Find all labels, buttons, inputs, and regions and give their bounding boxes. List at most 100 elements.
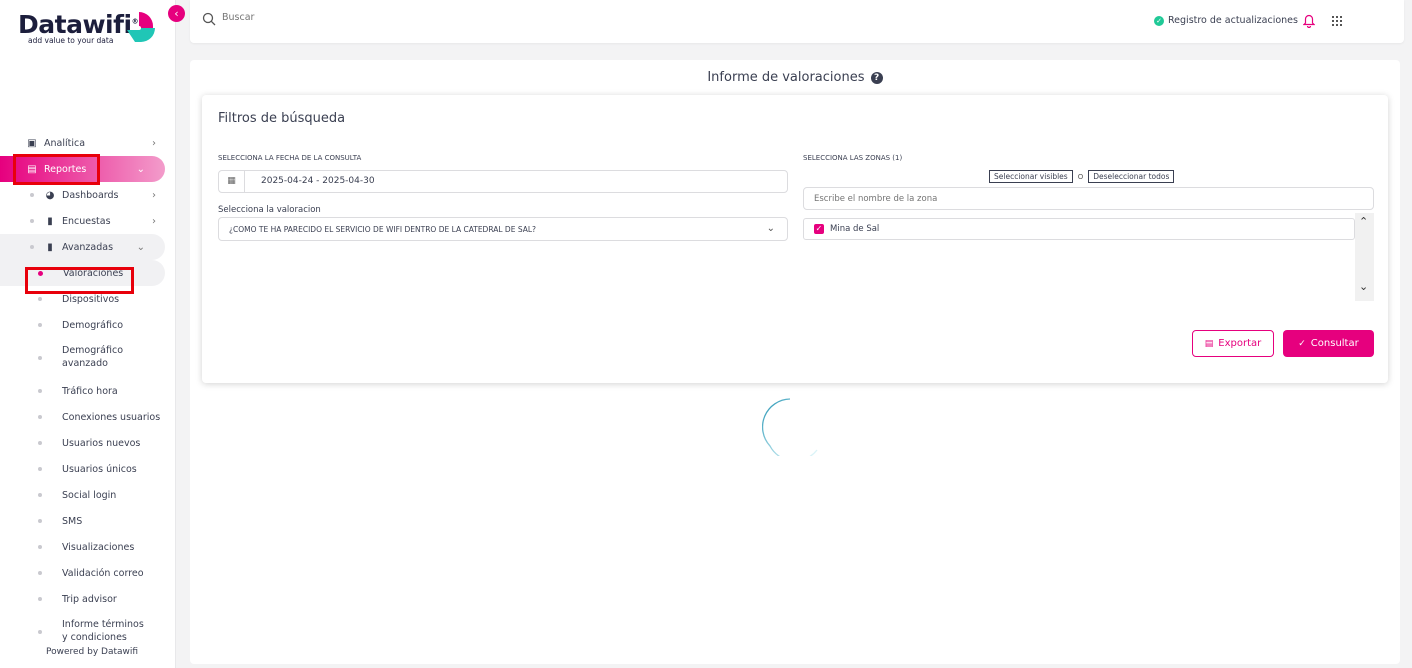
main-panel: Informe de valoraciones ? Filtros de bús… xyxy=(190,60,1400,664)
rating-select-value: ¿COMO TE HA PARECIDO EL SERVICIO DE WIFI… xyxy=(229,225,537,234)
chevron-right-icon: › xyxy=(152,215,156,227)
check-icon: ✓ xyxy=(1298,338,1306,349)
zones-label: SELECCIONA LAS ZONAS (1) xyxy=(803,154,903,162)
bullet-dot xyxy=(38,389,42,393)
logo-mark-icon xyxy=(127,12,155,42)
brand-logo[interactable]: Datawifi® add value to your data xyxy=(18,10,139,45)
select-visible-button[interactable]: Seleccionar visibles xyxy=(989,170,1073,183)
export-label: Exportar xyxy=(1218,338,1262,349)
chart-icon: ▣ xyxy=(27,137,37,149)
zone-search-field xyxy=(803,187,1374,210)
bullet-dot xyxy=(38,441,42,445)
rating-select[interactable]: ¿COMO TE HA PARECIDO EL SERVICIO DE WIFI… xyxy=(218,217,788,241)
sidebar-item-label: Avanzadas xyxy=(62,241,114,253)
sidebar-subitem-usuarios-unicos[interactable]: Usuarios únicos xyxy=(0,456,175,482)
sidebar-subitem-label: Demográfico avanzado xyxy=(62,345,124,369)
sidebar-subitem-demografico[interactable]: Demográfico xyxy=(0,312,175,338)
chevron-down-icon: ⌄ xyxy=(136,163,145,175)
bullet-dot xyxy=(38,571,42,575)
zone-list-item[interactable]: ✓ Mina de Sal xyxy=(803,218,1355,240)
sidebar-subitem-trip-advisor[interactable]: Trip advisor xyxy=(0,586,175,612)
search-icon xyxy=(202,12,216,26)
filters-title: Filtros de búsqueda xyxy=(218,111,346,126)
collapse-sidebar-button[interactable]: ‹ xyxy=(168,5,185,22)
chevron-down-icon[interactable]: ⌄ xyxy=(1359,280,1368,293)
consult-label: Consultar xyxy=(1310,338,1359,349)
sidebar-subitem-visualizaciones[interactable]: Visualizaciones xyxy=(0,534,175,560)
chevron-right-icon: › xyxy=(152,189,156,201)
search-input[interactable] xyxy=(222,12,522,23)
file-export-icon: ▤ xyxy=(1204,338,1214,349)
page-title-text: Informe de valoraciones xyxy=(707,70,865,85)
sidebar-item-label: Analítica xyxy=(44,137,86,149)
chevron-right-icon: › xyxy=(152,137,156,149)
zone-name: Mina de Sal xyxy=(830,224,880,234)
highlight-box xyxy=(13,154,100,185)
sidebar-item-encuestas[interactable]: ▮ Encuestas › xyxy=(0,208,175,234)
consult-button[interactable]: ✓ Consultar xyxy=(1283,330,1374,357)
bullet-dot xyxy=(38,545,42,549)
sidebar-item-label: Encuestas xyxy=(62,215,111,227)
updates-log-label: Registro de actualizaciones xyxy=(1168,15,1298,26)
sidebar-subitem-label: Validación correo xyxy=(62,567,144,579)
sidebar-subitem-label: Usuarios nuevos xyxy=(62,437,141,449)
page-title: Informe de valoraciones ? xyxy=(190,70,1400,85)
bullet-dot xyxy=(30,219,34,223)
deselect-all-button[interactable]: Deseleccionar todos xyxy=(1088,170,1175,183)
check-circle-icon: ✓ xyxy=(1154,15,1164,26)
top-bar: ✓ Registro de actualizaciones xyxy=(190,0,1404,43)
sidebar-subitem-social-login[interactable]: Social login xyxy=(0,482,175,508)
sidebar-subitem-sms[interactable]: SMS xyxy=(0,508,175,534)
zone-actions: Seleccionar visibles O Deseleccionar tod… xyxy=(989,170,1175,183)
sidebar-subitem-label: Demográfico xyxy=(62,319,124,331)
bullet-dot xyxy=(38,597,42,601)
bullet-dot xyxy=(38,415,42,419)
sidebar-subitem-label: Conexiones usuarios xyxy=(62,411,161,423)
export-button[interactable]: ▤ Exportar xyxy=(1192,330,1274,357)
sidebar: Datawifi® add value to your data ▣ Analí… xyxy=(0,0,176,668)
bullet-dot xyxy=(38,297,42,301)
bell-icon[interactable] xyxy=(1303,14,1315,28)
sidebar-menu: ▣ Analítica › ▤ Reportes ⌄ ◕ Dashboards … xyxy=(0,130,175,652)
clipboard-icon: ▮ xyxy=(47,215,53,227)
help-icon[interactable]: ? xyxy=(870,72,883,84)
checkbox-checked-icon[interactable]: ✓ xyxy=(814,224,824,234)
sidebar-subitem-label: Tráfico hora xyxy=(62,385,118,397)
sidebar-subitem-label: Trip advisor xyxy=(62,593,117,605)
sidebar-item-avanzadas[interactable]: ▮ Avanzadas ⌄ xyxy=(0,234,165,260)
date-label: SELECCIONA LA FECHA DE LA CONSULTA xyxy=(218,154,362,162)
bullet-dot xyxy=(38,467,42,471)
chevron-up-icon[interactable]: ⌃ xyxy=(1359,215,1368,228)
sidebar-item-label: Dashboards xyxy=(62,189,119,201)
date-range-value: 2025-04-24 - 2025-04-30 xyxy=(261,176,375,186)
sidebar-subitem-label: Usuarios únicos xyxy=(62,463,137,475)
updates-log-link[interactable]: ✓ Registro de actualizaciones xyxy=(1154,15,1298,26)
sidebar-subitem-usuarios-nuevos[interactable]: Usuarios nuevos xyxy=(0,430,175,456)
chevron-down-icon: ⌄ xyxy=(766,223,775,234)
calendar-icon: ▦ xyxy=(219,171,245,192)
filters-card: Filtros de búsqueda SELECCIONA LA FECHA … xyxy=(202,95,1388,383)
bullet-dot xyxy=(30,193,34,197)
bullet-dot xyxy=(30,245,34,249)
bar-chart-icon: ▮ xyxy=(47,241,53,253)
gauge-icon: ◕ xyxy=(45,189,55,201)
bullet-dot xyxy=(38,493,42,497)
logo-text: Datawifi® xyxy=(18,10,139,39)
sidebar-subitem-conexiones-usuarios[interactable]: Conexiones usuarios xyxy=(0,404,175,430)
highlight-box xyxy=(25,267,134,294)
bullet-dot xyxy=(38,519,42,523)
sidebar-item-analitica[interactable]: ▣ Analítica › xyxy=(0,130,175,156)
sidebar-item-dashboards[interactable]: ◕ Dashboards › xyxy=(0,182,175,208)
rating-label: Selecciona la valoracion xyxy=(218,205,321,215)
sidebar-subitem-label: Informe términos y condiciones xyxy=(62,619,144,643)
chevron-down-icon: ⌄ xyxy=(136,241,145,253)
sidebar-subitem-validacion-correo[interactable]: Validación correo xyxy=(0,560,175,586)
sidebar-subitem-demografico-avanzado[interactable]: Demográfico avanzado xyxy=(0,338,175,378)
zone-search-input[interactable] xyxy=(814,194,1354,204)
sidebar-subitem-label: Social login xyxy=(62,489,117,501)
sidebar-subitem-label: Visualizaciones xyxy=(62,541,135,553)
apps-grid-icon[interactable] xyxy=(1332,16,1342,26)
date-range-field[interactable]: ▦ 2025-04-24 - 2025-04-30 xyxy=(218,170,788,193)
sidebar-subitem-trafico-hora[interactable]: Tráfico hora xyxy=(0,378,175,404)
zone-list-scrollbar[interactable]: ⌃ ⌄ xyxy=(1355,213,1374,301)
